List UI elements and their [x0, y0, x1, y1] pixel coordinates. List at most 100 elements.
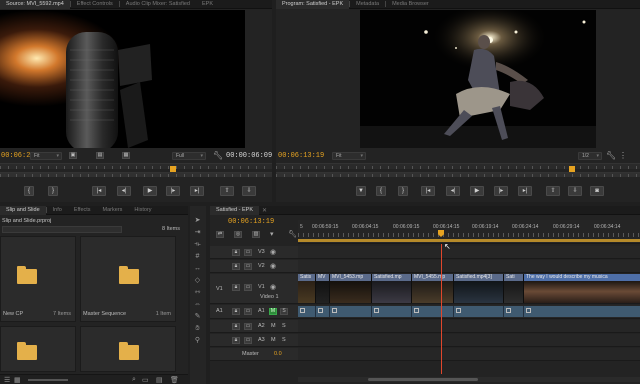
zoom-slider[interactable] [28, 379, 68, 381]
sync-icon[interactable]: ▭ [244, 284, 252, 291]
list-view-icon[interactable]: ☰ [4, 376, 10, 384]
audio-clip[interactable] [524, 306, 640, 317]
program-fit-dropdown[interactable]: Fit [332, 152, 366, 160]
go-to-in-button[interactable]: |◂ [92, 186, 106, 196]
lock-icon[interactable]: 🔒︎ [232, 337, 240, 344]
tab-program[interactable]: Program: Satisfied - EPK [276, 0, 350, 9]
track-master[interactable] [298, 348, 640, 361]
tab-history[interactable]: History [128, 206, 157, 215]
mark-out-button[interactable]: } [48, 186, 58, 196]
step-back-button[interactable]: ◂| [117, 186, 131, 196]
audio-clip[interactable] [454, 306, 504, 317]
program-video-frame[interactable] [360, 10, 596, 148]
lock-icon[interactable]: 🔒︎ [232, 249, 240, 256]
program-zoom-bar[interactable] [276, 172, 640, 177]
audio-clip[interactable] [316, 306, 330, 317]
track-v2[interactable] [298, 260, 640, 273]
slide-tool-icon[interactable]: ⇔ [192, 300, 203, 310]
overwrite-button[interactable]: ⇩ [242, 186, 256, 196]
lift-button[interactable]: ⇧ [546, 186, 560, 196]
add-marker-icon[interactable]: ▾ [270, 230, 274, 238]
source-overlay-icon[interactable]: ▦ [122, 152, 130, 159]
search-field[interactable] [2, 226, 122, 233]
source-patch-a1[interactable]: A1 [216, 308, 223, 314]
tab-effects[interactable]: Effects [68, 206, 97, 215]
program-play-button[interactable]: ▶ [470, 186, 484, 196]
master-volume-value[interactable]: 0.0 [274, 351, 282, 357]
video-clip[interactable]: MV [316, 274, 330, 303]
track-a2[interactable] [298, 320, 640, 333]
tab-markers[interactable]: Markers [97, 206, 129, 215]
eye-icon[interactable]: ◉ [270, 262, 276, 270]
bin-tile[interactable] [80, 326, 176, 372]
tab-metadata[interactable]: Metadata [350, 0, 385, 9]
tab-effect-controls[interactable]: Effect Controls [71, 0, 119, 9]
program-playhead-timecode[interactable]: 00:06:13:19 [278, 152, 324, 160]
program-wrench-icon[interactable]: 🔧︎ [606, 151, 616, 160]
mute-button[interactable]: M [269, 308, 277, 315]
solo-button[interactable]: S [282, 337, 286, 343]
source-patch-v1[interactable]: V1 [216, 286, 223, 292]
add-marker-button[interactable]: ▼ [356, 186, 366, 196]
trash-icon[interactable]: 🗑︎ [170, 376, 179, 384]
hand-tool-icon[interactable]: ✋︎ [192, 324, 203, 334]
lock-icon[interactable]: 🔒︎ [232, 263, 240, 270]
track-select-tool-icon[interactable]: ⇥ [192, 228, 203, 238]
bin-tile[interactable]: New CP 7 Items [0, 236, 76, 322]
pen-tool-icon[interactable]: ✎ [192, 312, 203, 322]
track-v3[interactable] [298, 246, 640, 259]
lock-icon[interactable]: 🔒︎ [232, 284, 240, 291]
video-clip[interactable]: Satisfied.mp4[3] [454, 274, 504, 303]
track-a1[interactable] [298, 305, 640, 319]
go-to-out-button[interactable]: ▸| [190, 186, 204, 196]
program-time-ruler[interactable] [276, 163, 640, 169]
timeline-playhead-timecode[interactable]: 00:06:13:19 [228, 218, 274, 226]
extract-button[interactable]: ⇩ [568, 186, 582, 196]
sync-icon[interactable]: ▭ [244, 337, 252, 344]
program-mark-in-button[interactable]: { [376, 186, 386, 196]
tab-sequence[interactable]: Satisfied - EPK [210, 206, 259, 215]
sync-icon[interactable]: ▭ [244, 263, 252, 270]
wrench-icon[interactable]: 🔧︎ [213, 151, 223, 160]
play-button[interactable]: ▶ [143, 186, 157, 196]
eye-icon[interactable]: ◉ [270, 283, 276, 291]
mark-in-button[interactable]: { [24, 186, 34, 196]
icon-view-icon[interactable]: ▦ [14, 376, 21, 384]
source-video-frame[interactable] [0, 10, 245, 148]
timeline-scrollbar[interactable] [298, 377, 640, 382]
track-v1[interactable]: Satis MV MVI_5453.mp Satisfied.mp MVI_54… [298, 274, 640, 304]
solo-button[interactable]: S [282, 323, 286, 329]
program-step-back-button[interactable]: ◂| [446, 186, 460, 196]
source-export-icon[interactable]: ▤ [96, 152, 104, 159]
slip-tool-icon[interactable]: ⇿ [192, 288, 203, 298]
rolling-edit-tool-icon[interactable]: # [192, 252, 203, 262]
tab-epk[interactable]: EPK [196, 0, 219, 9]
sync-icon[interactable]: ▭ [244, 249, 252, 256]
program-go-to-out-button[interactable]: ▸| [518, 186, 532, 196]
track-a3[interactable] [298, 334, 640, 347]
zoom-tool-icon[interactable]: ⚲ [192, 336, 203, 346]
new-bin-icon[interactable]: ▭ [142, 376, 149, 384]
video-clip[interactable]: The way I would describe my musica [524, 274, 640, 303]
source-fit-dropdown[interactable]: Fit [30, 152, 62, 160]
work-area-bar[interactable] [298, 239, 640, 242]
insert-button[interactable]: ⇧ [220, 186, 234, 196]
scrollbar-thumb[interactable] [368, 378, 478, 381]
tab-project[interactable]: Slip and Slide [0, 206, 46, 215]
snap-icon[interactable]: ◎ [234, 231, 242, 238]
bin-tile[interactable]: Master Sequence 1 Item [80, 236, 176, 322]
tab-audio-clip-mixer[interactable]: Audio Clip Mixer: Satisfied [120, 0, 196, 9]
audio-clip[interactable] [330, 306, 372, 317]
program-go-to-in-button[interactable]: |◂ [421, 186, 435, 196]
audio-clip[interactable] [372, 306, 412, 317]
program-quality-dropdown[interactable]: 1/2 [578, 152, 602, 160]
program-mark-out-button[interactable]: } [398, 186, 408, 196]
mute-button[interactable]: M [271, 323, 276, 329]
nest-icon[interactable]: ⇄ [216, 231, 224, 238]
timeline-settings-icon[interactable]: 🔧︎ [288, 230, 297, 238]
video-clip[interactable]: Satisfied.mp [372, 274, 412, 303]
video-clip[interactable]: Satis [298, 274, 316, 303]
lock-icon[interactable]: 🔒︎ [232, 323, 240, 330]
ripple-edit-tool-icon[interactable]: ⟛ [192, 240, 203, 250]
tab-info[interactable]: Info [47, 206, 68, 215]
